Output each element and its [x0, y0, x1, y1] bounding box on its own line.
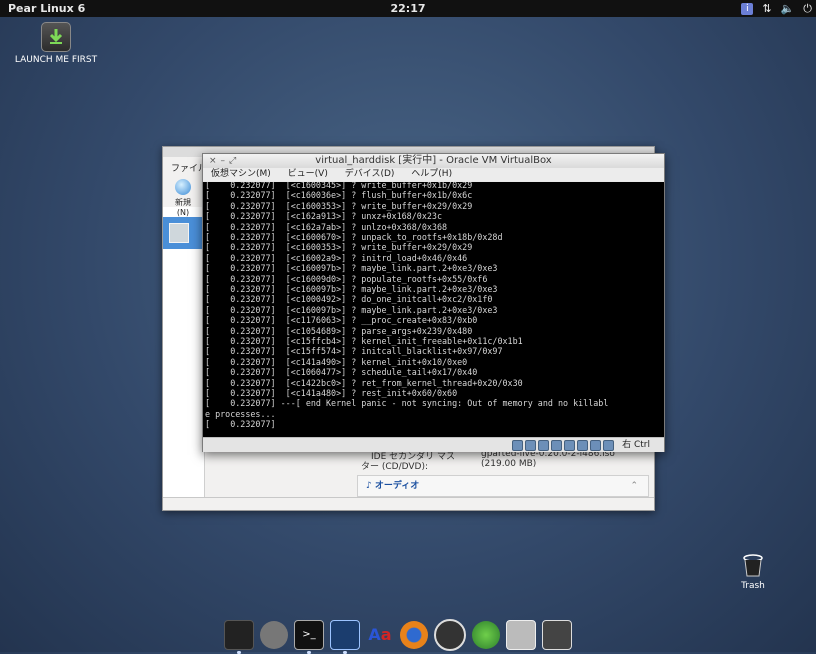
console-line: [ 0.232077] [<c15ffcb4>] ? kernel_init_f…: [205, 336, 523, 346]
system-monitor-icon[interactable]: [330, 620, 360, 654]
console-line: [ 0.232077] ---[ end Kernel panic - not …: [205, 398, 609, 409]
audio-label: オーディオ: [374, 481, 420, 491]
network-icon[interactable]: [472, 621, 500, 649]
divider: [163, 497, 654, 498]
console-line: [ 0.232077] [<c160097b>] ? maybe_link.pa…: [205, 284, 498, 294]
new-vm-button[interactable]: 新規(N): [169, 179, 197, 217]
console-line: [ 0.232077] [<c1600670>] ? unpack_to_roo…: [205, 232, 503, 242]
settings-icon[interactable]: [542, 620, 572, 650]
device-status-icons: [512, 440, 614, 451]
download-icon: [41, 22, 71, 52]
firefox-icon[interactable]: [400, 621, 428, 649]
clock[interactable]: 22:17: [0, 0, 816, 17]
vm-title: virtual_harddisk [実行中] - Oracle VM Virtu…: [315, 155, 552, 166]
maximize-icon[interactable]: ⤢: [229, 156, 240, 166]
display-icon[interactable]: [564, 440, 575, 451]
console-line: [ 0.232077] [<c141a490>] ? kernel_init+0…: [205, 356, 468, 367]
cd-icon[interactable]: [525, 440, 536, 451]
cd-size: (219.00 MB): [481, 459, 537, 469]
capture-icon[interactable]: [590, 440, 601, 451]
volume-icon[interactable]: 🔈: [781, 0, 795, 17]
new-icon: [175, 179, 191, 195]
console-line: [ 0.232077] [<c1600353>] ? write_buffer+…: [205, 200, 473, 211]
launch-me-first-icon[interactable]: LAUNCH ME FIRST: [10, 22, 102, 65]
console-line: [ 0.232077] [<c1422bc0>] ? ret_from_kern…: [205, 377, 523, 388]
vm-list-item-selected[interactable]: [163, 217, 203, 249]
mouse-icon[interactable]: [603, 440, 614, 451]
console-line: [ 0.232077] [<c16002a9>] ? initrd_load+0…: [205, 252, 468, 263]
audio-section-header[interactable]: ♪ オーディオ ⌃: [357, 475, 649, 497]
vm-statusbar: 右 Ctrl: [203, 437, 664, 452]
vm-window[interactable]: ×–⤢ virtual_harddisk [実行中] - Oracle VM V…: [202, 153, 665, 452]
console-line: [ 0.232077]: [205, 419, 276, 430]
app-store-icon[interactable]: [434, 619, 466, 651]
vm-icon: [169, 223, 189, 243]
top-panel: Pear Linux 6 22:17 ｉ ⇅ 🔈 ⏻: [0, 0, 816, 17]
trash-icon[interactable]: Trash: [730, 554, 776, 591]
dock: >_ Aa: [224, 618, 572, 654]
monitor-icon[interactable]: [224, 620, 254, 654]
console-line: [ 0.232077] [<c1176063>] ? __proc_create…: [205, 315, 478, 326]
console-line: [ 0.232077] [<c16009d0>] ? populate_root…: [205, 273, 488, 284]
launch-me-first-label: LAUNCH ME FIRST: [14, 55, 98, 65]
network-icon[interactable]: [577, 440, 588, 451]
terminal-icon[interactable]: >_: [294, 620, 324, 654]
trash-label: Trash: [741, 581, 765, 591]
shared-folder-icon[interactable]: [551, 440, 562, 451]
font-icon[interactable]: Aa: [366, 621, 394, 649]
close-icon[interactable]: ×: [209, 156, 221, 166]
menu-view[interactable]: ビュー(V): [288, 169, 328, 179]
menu-help[interactable]: ヘルプ(H): [411, 169, 452, 179]
audio-icon: ♪: [366, 481, 372, 491]
console-line: [ 0.232077] [<c1060477>] ? schedule_tail…: [205, 367, 478, 378]
power-icon[interactable]: ⏻: [803, 0, 812, 17]
console-line: [ 0.232077] [<c160097b>] ? maybe_link.pa…: [205, 263, 498, 274]
menu-devices[interactable]: デバイス(D): [345, 169, 395, 179]
vm-titlebar[interactable]: ×–⤢ virtual_harddisk [実行中] - Oracle VM V…: [203, 154, 664, 168]
console-line: [ 0.232077] [<c162a7ab>] ? unlzo+0x368/0…: [205, 221, 448, 232]
rocket-icon[interactable]: [260, 621, 288, 649]
network-icon[interactable]: ⇅: [762, 0, 771, 17]
cd-label: ター (CD/DVD):: [361, 462, 429, 472]
console-line: [ 0.232077] [<c160036e>] ? flush_buffer+…: [205, 190, 473, 201]
menu-machine[interactable]: 仮想マシン(M): [211, 169, 271, 179]
console-line: [ 0.232077] [<c1600353>] ? write_buffer+…: [205, 242, 473, 253]
hdd-icon[interactable]: [512, 440, 523, 451]
console-line: [ 0.232077] [<c141a480>] ? rest_init+0x6…: [205, 388, 458, 398]
vm-menubar: 仮想マシン(M) ビュー(V) デバイス(D) ヘルプ(H): [203, 168, 664, 181]
trash-can-icon: [743, 554, 763, 577]
console-line: [ 0.232077] [<c15ff574>] ? initcall_blac…: [205, 346, 503, 357]
input-method-icon[interactable]: ｉ: [741, 2, 754, 15]
camera-icon[interactable]: [506, 620, 536, 650]
console-line: [ 0.232077] [<c162a913>] ? unxz+0x168/0x…: [205, 211, 442, 222]
usb-icon[interactable]: [538, 440, 549, 451]
collapse-icon[interactable]: ⌃: [630, 476, 638, 496]
console-line: e processes...: [205, 408, 276, 419]
new-vm-label: 新規(N): [175, 198, 191, 217]
vm-list[interactable]: [163, 207, 205, 497]
host-key-label: 右 Ctrl: [622, 440, 650, 450]
console-line: [ 0.232077] [<c1054689>] ? parse_args+0x…: [205, 325, 473, 336]
minimize-icon[interactable]: –: [221, 156, 230, 166]
vm-console[interactable]: [ 0.232077] [<c1600345>] ? write_buffer+…: [203, 182, 664, 437]
console-line: [ 0.232077] [<c1600345>] ? write_buffer+…: [205, 182, 473, 190]
console-line: [ 0.232077] [<c1000492>] ? do_one_initca…: [205, 294, 493, 305]
console-line: [ 0.232077] [<c160097b>] ? maybe_link.pa…: [205, 304, 498, 315]
system-tray: ｉ ⇅ 🔈 ⏻: [741, 0, 812, 17]
